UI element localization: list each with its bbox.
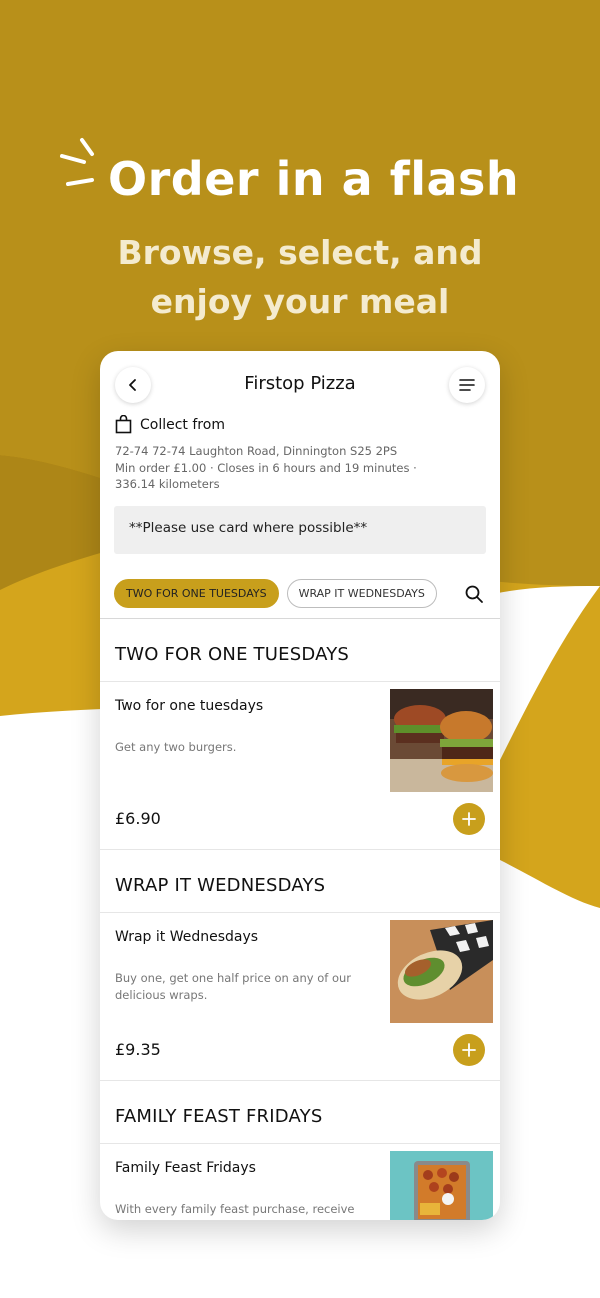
notice-banner: **Please use card where possible**: [114, 506, 486, 554]
divider: [100, 849, 500, 850]
item-description: With every family feast purchase, receiv…: [115, 1202, 355, 1220]
restaurant-title: Firstop Pizza: [244, 373, 356, 394]
divider: [100, 1143, 500, 1144]
shopping-bag-icon: [115, 415, 132, 434]
family-feast-image: [390, 1151, 493, 1220]
address-info: 72-74 72-74 Laughton Road, Dinnington S2…: [115, 444, 417, 491]
burger-image: [390, 689, 493, 792]
divider: [100, 1080, 500, 1081]
collect-from: Collect from: [115, 415, 225, 434]
hero-subtitle: Browse, select, and enjoy your meal: [117, 233, 483, 321]
search-icon[interactable]: [464, 584, 484, 604]
item-description: Buy one, get one half price on any of ou…: [115, 971, 352, 1002]
section-title-family-feast-fridays: FAMILY FEAST FRIDAYS: [115, 1106, 323, 1127]
section-title-two-for-one-tuesdays: TWO FOR ONE TUESDAYS: [115, 644, 350, 665]
divider: [100, 618, 500, 619]
wrap-image: [390, 920, 493, 1023]
top-bar: Firstop Pizza: [100, 351, 500, 417]
tab-wrap-it-wednesdays[interactable]: WRAP IT WEDNESDAYS: [286, 579, 437, 608]
item-name: Two for one tuesdays: [115, 698, 264, 714]
plus-icon: [462, 1043, 476, 1057]
add-to-cart-button[interactable]: [453, 803, 485, 835]
item-name: Family Feast Fridays: [115, 1160, 256, 1176]
item-name: Wrap it Wednesdays: [115, 929, 259, 945]
phone-screen: Firstop Pizza Collect from 72-74 72-74 L…: [100, 351, 500, 1220]
menu-button[interactable]: [449, 367, 485, 403]
collect-label: Collect from: [140, 416, 225, 433]
divider: [100, 681, 500, 682]
item-price: £9.35: [115, 1040, 161, 1059]
add-to-cart-button[interactable]: [453, 1034, 485, 1066]
divider: [100, 912, 500, 913]
section-title-wrap-it-wednesdays: WRAP IT WEDNESDAYS: [115, 875, 326, 896]
hero-title: Order in a flash: [108, 152, 520, 206]
tab-two-for-one-tuesdays[interactable]: TWO FOR ONE TUESDAYS: [114, 579, 279, 608]
item-description: Get any two burgers.: [115, 740, 237, 754]
item-price: £6.90: [115, 809, 161, 828]
category-tabs: TWO FOR ONE TUESDAYS WRAP IT WEDNESDAYS: [114, 579, 445, 608]
plus-icon: [462, 812, 476, 826]
menu-icon: [459, 379, 475, 391]
